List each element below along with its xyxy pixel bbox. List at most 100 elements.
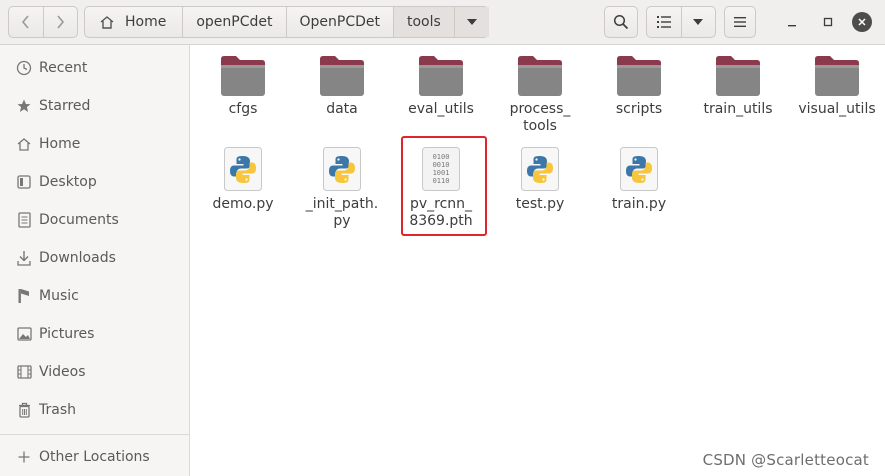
home-icon bbox=[100, 15, 114, 29]
pictures-icon bbox=[15, 325, 33, 343]
folder-name: cfgs bbox=[228, 101, 258, 117]
folder-item[interactable]: eval_utils bbox=[393, 55, 489, 118]
breadcrumb-openpcdet[interactable]: openPCdet bbox=[183, 7, 287, 37]
chevron-down-icon bbox=[466, 19, 477, 25]
sidebar-item-music[interactable]: Music bbox=[0, 277, 189, 315]
chevron-left-icon bbox=[21, 15, 29, 29]
sidebar-item-starred[interactable]: Starred bbox=[0, 87, 189, 125]
sidebar-item-pictures[interactable]: Pictures bbox=[0, 315, 189, 353]
python-file-icon bbox=[521, 147, 559, 191]
file-name: _init_path. py bbox=[305, 196, 379, 229]
python-file-icon bbox=[224, 147, 262, 191]
sidebar-item-label: Videos bbox=[39, 364, 86, 380]
download-icon bbox=[15, 249, 33, 267]
close-icon bbox=[858, 18, 866, 26]
menu-button[interactable] bbox=[724, 6, 756, 38]
folder-icon bbox=[518, 56, 562, 96]
navigation-buttons bbox=[8, 6, 78, 38]
folder-name: process_ tools bbox=[509, 101, 571, 134]
breadcrumb-label: openPCdet bbox=[196, 14, 273, 30]
minimize-button[interactable] bbox=[782, 12, 802, 32]
documents-icon bbox=[15, 211, 33, 229]
star-icon bbox=[15, 97, 33, 115]
folder-item[interactable]: process_ tools bbox=[492, 55, 588, 135]
home-icon bbox=[15, 135, 33, 153]
maximize-icon bbox=[823, 17, 833, 27]
folder-item[interactable]: data bbox=[294, 55, 390, 118]
python-file-icon bbox=[323, 147, 361, 191]
sidebar-item-label: Trash bbox=[39, 402, 76, 418]
folder-name: eval_utils bbox=[408, 101, 474, 117]
list-view-icon bbox=[656, 16, 671, 28]
sidebar-item-documents[interactable]: Documents bbox=[0, 201, 189, 239]
forward-button[interactable] bbox=[42, 7, 78, 37]
folder-item[interactable]: visual_utils bbox=[789, 55, 885, 118]
sidebar-item-videos[interactable]: Videos bbox=[0, 353, 189, 391]
file-item[interactable]: _init_path. py bbox=[294, 146, 390, 230]
file-item[interactable]: test.py bbox=[492, 146, 588, 213]
minimize-icon bbox=[788, 25, 796, 27]
breadcrumb-label: OpenPCDet bbox=[299, 14, 381, 30]
search-icon bbox=[613, 14, 629, 30]
sidebar-item-downloads[interactable]: Downloads bbox=[0, 239, 189, 277]
sidebar-item-home[interactable]: Home bbox=[0, 125, 189, 163]
selection-highlight bbox=[401, 136, 487, 236]
sidebar-divider bbox=[0, 434, 189, 435]
folder-icon bbox=[221, 56, 265, 96]
folder-name: data bbox=[326, 101, 358, 117]
chevron-down-icon bbox=[693, 19, 704, 25]
music-icon bbox=[15, 287, 33, 305]
sidebar-item-label: Other Locations bbox=[39, 449, 150, 465]
watermark: CSDN @Scarletteocat bbox=[702, 451, 869, 469]
sidebar-item-desktop[interactable]: Desktop bbox=[0, 163, 189, 201]
breadcrumb-home[interactable]: Home bbox=[85, 7, 184, 37]
sidebar-item-trash[interactable]: Trash bbox=[0, 391, 189, 429]
videos-icon bbox=[15, 363, 33, 381]
close-button[interactable] bbox=[852, 12, 872, 32]
python-file-icon bbox=[620, 147, 658, 191]
folder-name: train_utils bbox=[703, 101, 773, 117]
folder-icon bbox=[716, 56, 760, 96]
hamburger-menu-icon bbox=[734, 17, 746, 27]
search-button[interactable] bbox=[604, 6, 638, 38]
sidebar-item-label: Recent bbox=[39, 60, 88, 76]
view-dropdown-button[interactable] bbox=[680, 7, 716, 37]
sidebar-item-label: Desktop bbox=[39, 174, 97, 190]
breadcrumb-OpenPCDet[interactable]: OpenPCDet bbox=[287, 7, 394, 37]
plus-icon bbox=[15, 448, 33, 466]
sidebar-item-other-locations[interactable]: Other Locations bbox=[0, 438, 189, 476]
folder-icon bbox=[320, 56, 364, 96]
breadcrumb-tools[interactable]: tools bbox=[394, 7, 455, 37]
breadcrumb-label: tools bbox=[407, 14, 441, 30]
file-grid: cfgs data eval_utils process_ tools scri… bbox=[190, 45, 885, 476]
file-name: demo.py bbox=[212, 196, 274, 212]
folder-item[interactable]: cfgs bbox=[195, 55, 291, 118]
maximize-button[interactable] bbox=[818, 12, 838, 32]
list-view-button[interactable] bbox=[647, 7, 681, 37]
folder-icon bbox=[815, 56, 859, 96]
trash-icon bbox=[15, 401, 33, 419]
sidebar-item-label: Pictures bbox=[39, 326, 95, 342]
clock-icon bbox=[15, 59, 33, 77]
folder-item[interactable]: train_utils bbox=[690, 55, 786, 118]
sidebar-item-label: Music bbox=[39, 288, 79, 304]
folder-icon bbox=[617, 56, 661, 96]
breadcrumb-menu-button[interactable] bbox=[454, 7, 489, 37]
breadcrumb-label: Home bbox=[125, 14, 167, 30]
sidebar-item-label: Home bbox=[39, 136, 81, 152]
view-options bbox=[646, 6, 716, 38]
sidebar-item-recent[interactable]: Recent bbox=[0, 49, 189, 87]
header-bar: Home openPCdet OpenPCDet tools bbox=[0, 0, 885, 45]
folder-name: visual_utils bbox=[798, 101, 876, 117]
file-name: train.py bbox=[611, 196, 667, 212]
desktop-icon bbox=[15, 173, 33, 191]
sidebar-item-label: Documents bbox=[39, 212, 119, 228]
file-item[interactable]: demo.py bbox=[195, 146, 291, 213]
back-button[interactable] bbox=[9, 7, 43, 37]
folder-item[interactable]: scripts bbox=[591, 55, 687, 118]
sidebar-item-label: Downloads bbox=[39, 250, 116, 266]
chevron-right-icon bbox=[57, 15, 65, 29]
file-name: test.py bbox=[515, 196, 565, 212]
file-item[interactable]: train.py bbox=[591, 146, 687, 213]
folder-icon bbox=[419, 56, 463, 96]
